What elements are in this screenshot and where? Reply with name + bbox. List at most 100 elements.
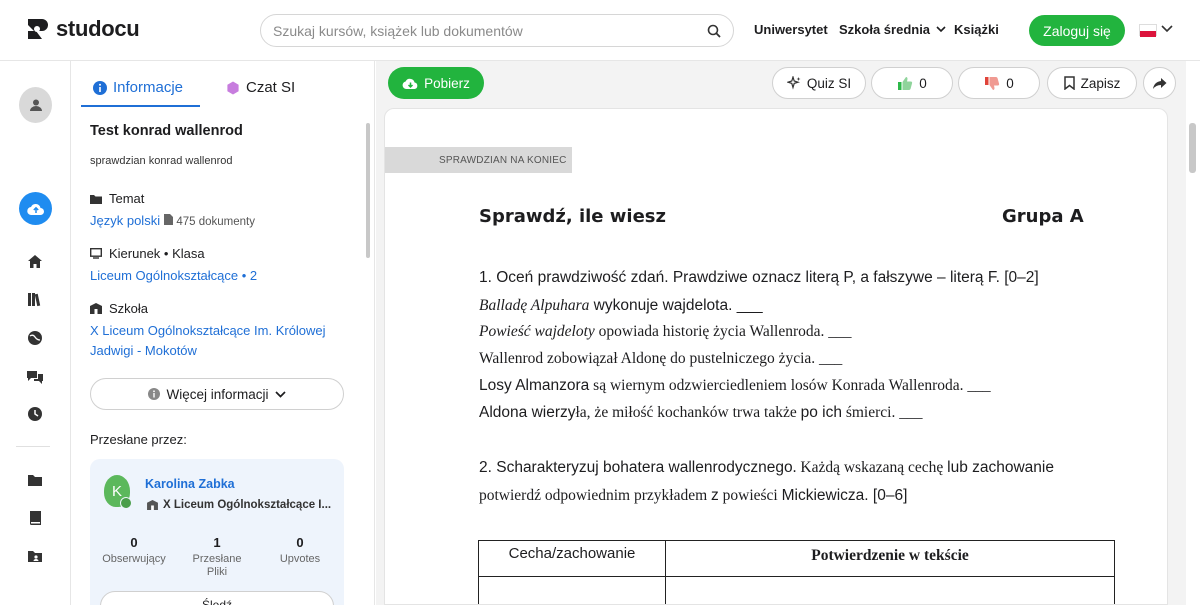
upload-button[interactable] — [19, 192, 52, 225]
studocu-logo-icon — [28, 19, 48, 39]
school-label-text: Szkoła — [109, 301, 149, 316]
nav-university-label: Uniwersytet — [754, 22, 828, 37]
question-1-c: Wallenrod zobowiązał Aldonę do pustelnic… — [479, 350, 843, 367]
tab-info[interactable]: Informacje — [93, 79, 183, 96]
follow-button[interactable]: Śledź — [100, 591, 334, 605]
clock-icon[interactable] — [26, 405, 44, 423]
nav-high-school-label: Szkoła średnia — [839, 22, 931, 37]
document-title: Test konrad wallenrod — [90, 123, 243, 139]
school-icon — [147, 500, 158, 510]
nav-high-school[interactable]: Szkoła średnia — [839, 22, 946, 37]
question-1-e: Aldona wierzyła, że miłość kochanków trw… — [479, 404, 922, 422]
q1-d-rest: są wiernym odzwierciedleniem losów Konra… — [589, 377, 991, 394]
answer-table: Cecha/zachowanie Potwierdzenie w tekście — [478, 540, 1115, 604]
nav-university[interactable]: Uniwersytet — [754, 22, 828, 37]
school-link[interactable]: X Liceum Ogólnokształcące Im. Królowej J… — [90, 321, 326, 361]
q1-b-rest: opowiada historię życia Wallenroda. ___ — [594, 323, 852, 340]
user-avatar[interactable] — [19, 87, 52, 123]
page-header-tab: SPRAWDZIAN NA KONIEC — [385, 147, 572, 173]
q1-intro-text: 1. Oceń prawdziwość zdań. Prawdziwe ozna… — [479, 269, 1039, 286]
home-icon[interactable] — [26, 252, 44, 270]
stat-followers: 0 Obserwujący — [99, 535, 169, 566]
stat-upvotes-value: 0 — [296, 535, 304, 550]
folder-icon[interactable] — [26, 471, 44, 489]
info-icon — [148, 388, 161, 400]
question-1-a: Balladę Alpuhara wykonuje wajdelota. ___ — [479, 297, 763, 315]
search-input[interactable]: Szukaj kursów, książek lub dokumentów — [273, 23, 707, 39]
download-label: Pobierz — [424, 75, 470, 91]
panel-scrollbar[interactable] — [366, 123, 370, 258]
folder-icon — [90, 194, 102, 204]
school-label: Szkoła — [90, 301, 148, 316]
test-group: Grupa A — [1002, 206, 1084, 227]
school-link-line1: X Liceum Ogólnokształcące Im. Królowej — [90, 323, 326, 338]
search-icon[interactable] — [707, 24, 721, 38]
q1-e-sans: Aldona wierzy — [479, 404, 576, 421]
user-icon — [29, 99, 42, 111]
like-count: 0 — [919, 75, 927, 91]
tab-ai-chat[interactable]: Czat SI — [226, 79, 295, 96]
stat-uploads: 1 Przesłane Pliki — [182, 535, 252, 579]
topic-label-text: Temat — [109, 191, 145, 206]
question-1-d: Losy Almanzora są wiernym odzwierciedlen… — [479, 377, 991, 395]
ai-quiz-button[interactable]: Quiz SI — [772, 67, 866, 99]
question-1-b: Powieść wajdeloty opowiada historię życi… — [479, 323, 852, 341]
stat-uploads-label: Przesłane Pliki — [192, 553, 242, 578]
q2-l2-sans2: Mickiewicza. [0–6] — [781, 487, 908, 504]
q1-a-rest: wykonuje wajdelota. ___ — [589, 297, 763, 314]
dislike-count: 0 — [1006, 75, 1014, 91]
language-chevron-icon[interactable] — [1161, 22, 1173, 36]
question-1-intro: 1. Oceń prawdziwość zdań. Prawdziwe ozna… — [479, 269, 1039, 287]
login-button[interactable]: Zaloguj się — [1029, 15, 1125, 46]
table-header-evidence: Potwierdzenie w tekście — [665, 540, 1115, 577]
q1-e-rest2: śmierci. ___ — [841, 404, 923, 421]
more-info-label: Więcej informacji — [166, 386, 269, 402]
dislike-button[interactable]: 0 — [958, 67, 1040, 99]
stat-followers-label: Obserwujący — [102, 553, 166, 565]
q2-l2-serif2: powieści — [718, 487, 782, 504]
library-icon[interactable] — [26, 290, 44, 308]
viewer-scrollbar[interactable] — [1186, 61, 1200, 605]
test-title: Sprawdź, ile wiesz — [479, 206, 666, 227]
topic-link[interactable]: Język polski — [90, 213, 160, 228]
rail-divider — [16, 446, 50, 447]
chat-icon[interactable] — [26, 367, 44, 385]
topic-label: Temat — [90, 191, 144, 206]
save-button[interactable]: Zapisz — [1047, 67, 1137, 99]
info-icon — [93, 80, 107, 95]
globe-icon[interactable] — [26, 329, 44, 347]
q2-l2-sans: z — [711, 487, 719, 504]
direction-link[interactable]: Liceum Ogólnokształcące • 2 — [90, 266, 257, 286]
book-icon[interactable] — [26, 509, 44, 527]
like-button[interactable]: 0 — [871, 67, 953, 99]
share-button[interactable] — [1143, 67, 1176, 99]
active-tab-indicator — [81, 105, 200, 107]
direction-label-text: Kierunek • Klasa — [109, 246, 205, 261]
table-header-row: Cecha/zachowanie Potwierdzenie w tekście — [478, 540, 1115, 577]
ai-chat-icon — [227, 81, 239, 94]
question-2-line-2: potwierdź odpowiednim przykładem z powie… — [479, 487, 907, 505]
question-2-line-1: 2. Scharakteryzuj bohatera wallenrodyczn… — [479, 459, 1054, 477]
download-button[interactable]: Pobierz — [388, 67, 484, 99]
top-header: studocu Szukaj kursów, książek lub dokum… — [0, 0, 1200, 61]
q1-e-rest1: ła, że miłość kochanków trwa także — [575, 404, 801, 421]
poland-flag-icon[interactable] — [1139, 24, 1157, 37]
studocu-logo[interactable]: studocu — [24, 16, 140, 42]
bookmark-icon — [1063, 76, 1075, 90]
shared-folder-icon[interactable] — [26, 547, 44, 565]
more-info-button[interactable]: Więcej informacji — [90, 378, 344, 410]
logo-text: studocu — [56, 16, 140, 41]
search-bar[interactable]: Szukaj kursów, książek lub dokumentów — [260, 14, 734, 47]
q2-l1-serif: . Każdą wskazaną cechę — [792, 459, 948, 476]
q1-a-italic: Balladę Alpuhara — [479, 297, 590, 314]
left-rail — [0, 61, 71, 605]
viewer-scroll-thumb[interactable] — [1189, 123, 1196, 173]
uploaded-by-label: Przesłane przez: — [90, 432, 187, 447]
uploader-name[interactable]: Karolina Zabka — [145, 477, 235, 491]
nav-books[interactable]: Książki — [954, 22, 999, 37]
share-icon — [1153, 77, 1167, 89]
thumbs-up-icon — [898, 76, 913, 90]
uploader-card: K Karolina Zabka X Liceum Ogólnokształcą… — [90, 459, 344, 605]
document-description: sprawdzian konrad wallenrod — [90, 155, 233, 167]
ai-quiz-label: Quiz SI — [806, 75, 852, 91]
